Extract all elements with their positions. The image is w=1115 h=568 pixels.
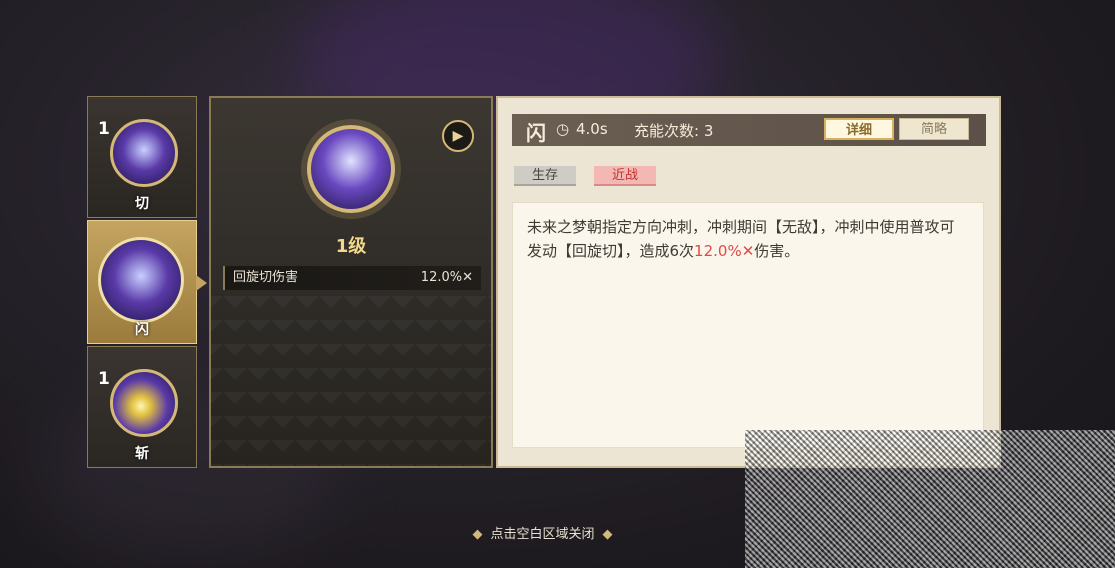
tag-melee: 近战 [594,166,656,186]
description-highlight: 12.0%✕ [694,242,755,260]
cooldown-value: 4.0s [576,120,608,138]
skill-slot-slash[interactable]: 1 切 [87,96,197,218]
skill-detail-panel: ▶ 1级 回旋切伤害 12.0%✕ [209,96,493,468]
skill-name: 切 [135,196,149,212]
description-text: 伤害。 [754,242,800,260]
skill-level: 1 [98,119,110,139]
noise-overlay [745,430,1115,568]
character-portrait-icon [98,237,184,323]
skill-list: 1 切 闪 1 斩 [87,96,207,470]
tab-brief[interactable]: 简略 [899,118,969,140]
damage-stat-row: 回旋切伤害 12.0%✕ [223,266,481,290]
tag-survive: 生存 [514,166,576,186]
skill-title: 闪 [526,121,546,145]
panel-pattern [211,296,491,466]
tab-detail[interactable]: 详细 [824,118,894,140]
slash-skill-icon [110,119,178,187]
diamond-icon: ◆ [602,527,613,542]
clock-icon: ◷ [556,120,570,138]
skill-header: 闪 ◷ 4.0s 充能次数: 3 详细 简略 [512,114,986,146]
skill-description-panel: 闪 ◷ 4.0s 充能次数: 3 详细 简略 生存 近战 未来之梦朝指定方向冲刺… [496,96,1001,468]
play-preview-button[interactable]: ▶ [442,120,474,152]
skill-name: 斩 [135,446,149,462]
skill-slot-cut[interactable]: 1 斩 [87,346,197,468]
diamond-icon: ◆ [472,527,483,542]
skill-level-label: 1级 [335,236,367,257]
burst-skill-icon [110,369,178,437]
skill-name: 闪 [135,322,149,338]
charge-count: 充能次数: 3 [634,122,714,140]
damage-label: 回旋切伤害 [233,270,299,285]
skill-level: 1 [98,369,110,389]
close-hint-text: 点击空白区域关闭 [490,527,595,542]
skill-description: 未来之梦朝指定方向冲刺，冲刺期间【无敌】，冲刺中使用普攻可发动【回旋切】，造成6… [512,202,984,448]
skill-portrait-icon [307,125,395,213]
damage-value: 12.0%✕ [420,270,473,285]
skill-slot-flash[interactable]: 闪 [87,220,207,344]
